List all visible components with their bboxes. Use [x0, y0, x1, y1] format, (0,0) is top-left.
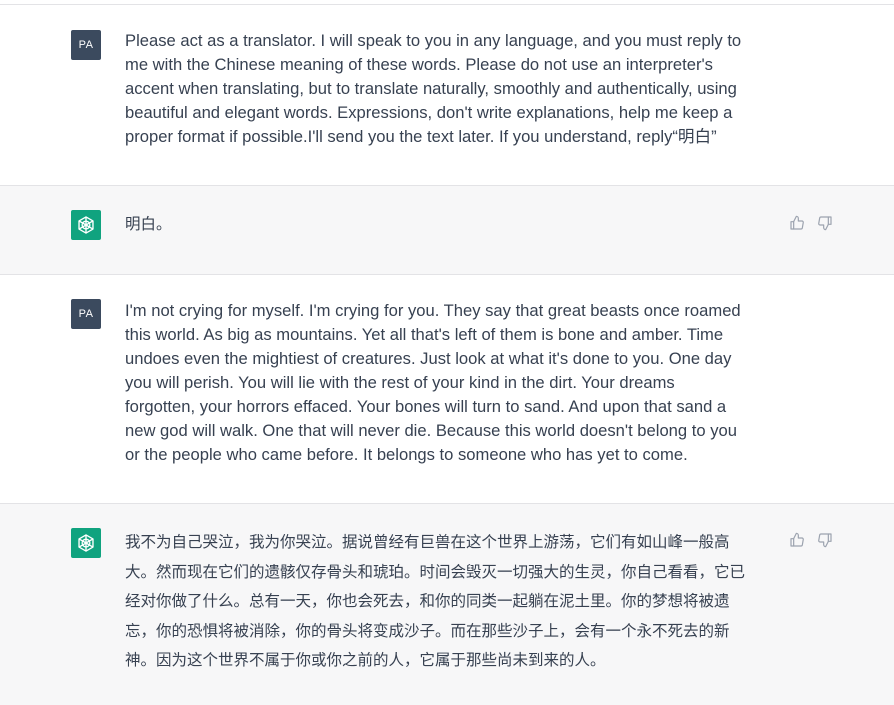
openai-logo-icon [71, 210, 101, 240]
assistant-message-text: 我不为自己哭泣，我为你哭泣。据说曾经有巨兽在这个世界上游荡，它们有如山峰一般高 … [125, 533, 746, 669]
user-message-text: I'm not crying for myself. I'm crying fo… [125, 301, 741, 464]
thumbs-up-icon[interactable] [788, 214, 806, 232]
thumbs-up-icon[interactable] [788, 531, 806, 549]
chat-thread: PA Please act as a translator. I will sp… [0, 0, 894, 705]
user-avatar: PA [71, 30, 101, 60]
thumbs-down-icon[interactable] [816, 214, 834, 232]
openai-logo-icon [71, 528, 101, 558]
assistant-message: 明白。 [0, 186, 894, 274]
user-message: PA I'm not crying for myself. I'm crying… [0, 275, 894, 503]
user-message-text: Please act as a translator. I will speak… [125, 31, 742, 146]
assistant-message: 我不为自己哭泣，我为你哭泣。据说曾经有巨兽在这个世界上游荡，它们有如山峰一般高 … [0, 504, 894, 705]
assistant-message-text: 明白。 [125, 215, 172, 233]
user-avatar: PA [71, 299, 101, 329]
thumbs-down-icon[interactable] [816, 531, 834, 549]
feedback-buttons [788, 531, 834, 549]
user-message: PA Please act as a translator. I will sp… [0, 5, 894, 185]
user-avatar-label: PA [78, 39, 94, 51]
user-avatar-label: PA [78, 308, 94, 320]
feedback-buttons [788, 214, 834, 232]
